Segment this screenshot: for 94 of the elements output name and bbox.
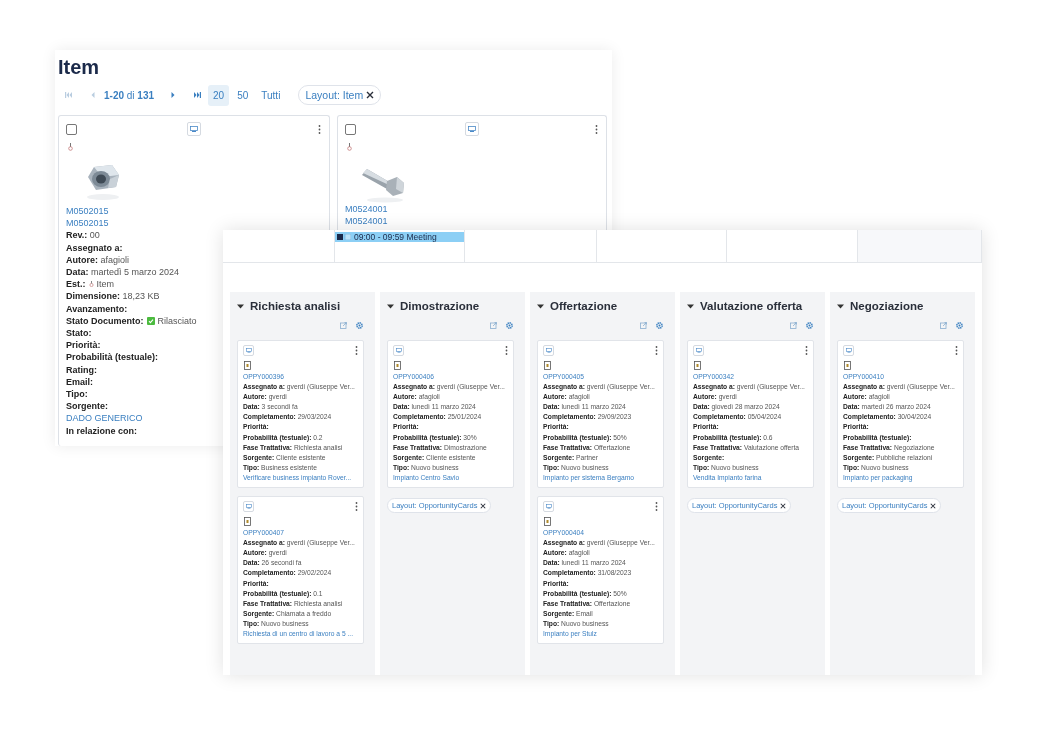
monitor-icon xyxy=(545,504,552,509)
settings-icon[interactable] xyxy=(956,322,963,329)
document-icon xyxy=(544,517,551,527)
column-title: Offertazione xyxy=(550,300,618,312)
more-icon[interactable] xyxy=(805,346,808,355)
more-icon[interactable] xyxy=(655,346,658,355)
document-icon xyxy=(394,361,401,370)
event-label: 09:00 - 09:59 Meeting xyxy=(354,232,437,242)
check-icon xyxy=(146,316,155,325)
field-value: Rilasciato xyxy=(157,314,197,328)
close-icon[interactable] xyxy=(780,502,787,509)
document-icon xyxy=(694,361,701,370)
monitor-icon xyxy=(395,348,402,353)
last-page-icon[interactable] xyxy=(193,92,202,98)
next-page-icon[interactable] xyxy=(171,92,176,98)
field-value: Item xyxy=(96,278,115,291)
preview-button[interactable] xyxy=(843,345,854,356)
more-icon[interactable] xyxy=(655,502,658,512)
page-size-button[interactable]: 20 xyxy=(208,84,230,106)
monitor-icon xyxy=(467,126,476,132)
calendar-event[interactable]: 09:00 - 09:59 Meeting xyxy=(335,232,464,242)
more-icon[interactable] xyxy=(955,346,958,355)
settings-icon[interactable] xyxy=(356,322,363,329)
monitor-icon xyxy=(245,348,252,353)
close-icon[interactable] xyxy=(480,502,487,509)
close-icon[interactable] xyxy=(930,502,937,509)
preview-button[interactable] xyxy=(243,345,254,356)
more-icon[interactable] xyxy=(505,346,508,355)
preview-button[interactable] xyxy=(186,122,201,136)
field-label: Est.: xyxy=(66,278,86,291)
item-link[interactable]: M0524001 xyxy=(345,203,388,216)
document-icon xyxy=(544,361,551,370)
pin-icon xyxy=(68,143,73,151)
card-field: Email: xyxy=(66,375,93,389)
caret-down-icon[interactable] xyxy=(237,302,244,310)
preview-button[interactable] xyxy=(243,501,254,513)
field-label: Stato Documento: xyxy=(66,314,144,328)
more-icon[interactable] xyxy=(318,124,321,134)
page-range: 1-20 di 131 xyxy=(104,89,155,101)
caret-down-icon[interactable] xyxy=(837,302,844,310)
event-icon xyxy=(337,234,351,240)
chip-label: Layout: Item xyxy=(305,89,364,101)
caret-down-icon[interactable] xyxy=(687,302,694,310)
card-field: Priorità: xyxy=(66,339,101,352)
page-size-button[interactable]: Tutti xyxy=(256,84,286,106)
page-size-button[interactable]: 50 xyxy=(232,84,254,106)
card-field: Probabilità (testuale): xyxy=(66,351,158,364)
card-field: Data: martedì 5 marzo 2024 xyxy=(66,266,180,279)
monitor-icon xyxy=(695,348,702,353)
document-icon xyxy=(844,361,851,370)
document-icon xyxy=(244,517,251,527)
monitor-icon xyxy=(189,126,198,132)
card-field: Avanzamento: xyxy=(66,302,128,315)
column-title: Negoziazione xyxy=(850,300,924,312)
card-field: Rating: xyxy=(66,363,97,376)
preview-button[interactable] xyxy=(543,345,554,356)
card-field: Sorgente: xyxy=(66,400,108,413)
card-field: Assegnato a: xyxy=(66,241,123,254)
card-field: Dimensione: 18,23 KB xyxy=(66,290,160,303)
more-icon[interactable] xyxy=(595,124,598,134)
column-title: Dimostrazione xyxy=(400,300,480,312)
settings-icon[interactable] xyxy=(806,322,813,329)
item-link[interactable]: M0524001 xyxy=(345,215,388,228)
more-icon[interactable] xyxy=(355,502,358,512)
page-title: Item xyxy=(58,55,101,79)
monitor-icon xyxy=(545,348,552,353)
more-icon[interactable] xyxy=(355,346,358,355)
monitor-icon xyxy=(245,504,252,509)
preview-button[interactable] xyxy=(464,122,479,136)
pin-icon xyxy=(347,143,352,151)
item-link[interactable]: M0502015 xyxy=(66,217,109,230)
card-field: Rev.: 00 xyxy=(66,229,100,242)
item-type-icon xyxy=(88,281,94,288)
card-field: Autore: afagioli xyxy=(66,253,130,266)
column-title: Richiesta analisi xyxy=(250,300,341,312)
caret-down-icon[interactable] xyxy=(387,302,394,310)
checkbox[interactable] xyxy=(66,123,77,135)
column-title: Valutazione offerta xyxy=(700,300,803,312)
item-link[interactable]: DADO GENERICO xyxy=(66,412,143,425)
close-icon[interactable] xyxy=(366,91,375,99)
layout-chip[interactable]: Layout: Item xyxy=(298,85,382,105)
preview-button[interactable] xyxy=(543,501,554,513)
caret-down-icon[interactable] xyxy=(537,302,544,310)
card-field: Tipo: xyxy=(66,388,88,401)
settings-icon[interactable] xyxy=(656,322,663,329)
document-icon xyxy=(244,361,251,370)
item-link[interactable]: M0502015 xyxy=(66,205,109,218)
monitor-icon xyxy=(845,348,852,353)
preview-button[interactable] xyxy=(393,345,404,356)
preview-button[interactable] xyxy=(693,345,704,356)
card-field: In relazione con: xyxy=(66,424,137,437)
card-field: Stato: xyxy=(66,327,92,340)
checkbox[interactable] xyxy=(345,123,356,135)
settings-icon[interactable] xyxy=(506,322,513,329)
